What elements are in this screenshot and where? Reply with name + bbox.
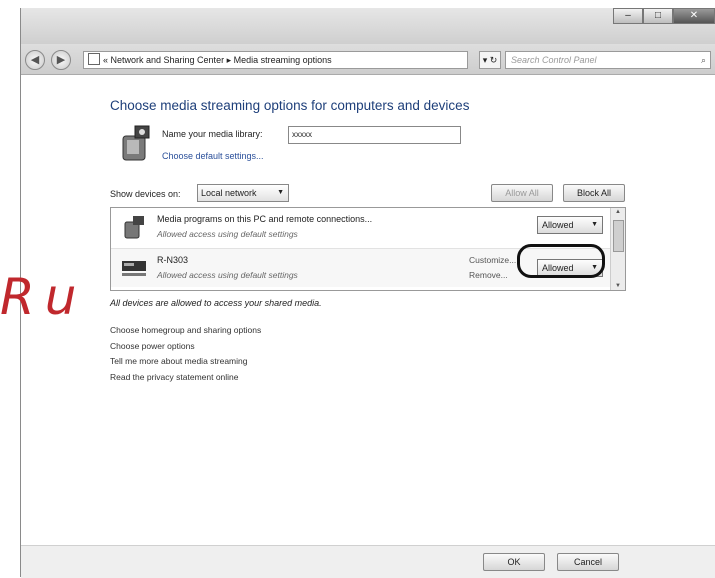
page-title: Choose media streaming options for compu… [110, 98, 470, 113]
scroll-down-icon[interactable]: ▼ [611, 283, 625, 289]
related-links: Choose homegroup and sharing options Cho… [110, 323, 261, 385]
all-devices-allowed-text: All devices are allowed to access your s… [110, 298, 322, 308]
title-bar: – □ ✕ [21, 8, 715, 44]
address-bar[interactable]: « Network and Sharing Center ▸ Media str… [83, 51, 468, 69]
minimize-icon[interactable]: – [613, 8, 643, 24]
forward-arrow-icon[interactable]: ▶ [51, 50, 71, 70]
control-panel-icon [88, 53, 100, 65]
allow-all-button[interactable]: Allow All [491, 184, 553, 202]
dialog-footer: OK Cancel [21, 545, 715, 578]
media-streaming-window: – □ ✕ ◀ ▶ « Network and Sharing Center ▸… [20, 8, 715, 578]
device-name: Media programs on this PC and remote con… [157, 214, 373, 224]
block-all-button[interactable]: Block All [563, 184, 625, 202]
customize-link[interactable]: Customize... [469, 255, 516, 265]
maximize-icon[interactable]: □ [643, 8, 673, 24]
device-permission-select[interactable]: Allowed ▼ [537, 216, 603, 234]
search-placeholder: Search Control Panel [511, 55, 597, 65]
chevron-down-icon: ▼ [591, 221, 598, 228]
ok-button[interactable]: OK [483, 553, 545, 571]
list-scrollbar[interactable]: ▲ ▼ [610, 208, 625, 290]
refresh-button[interactable]: ▾ ↻ [479, 51, 501, 69]
device-row[interactable]: Media programs on this PC and remote con… [111, 208, 612, 246]
back-arrow-icon[interactable]: ◀ [25, 50, 45, 70]
close-icon[interactable]: ✕ [673, 8, 715, 24]
device-subtitle: Allowed access using default settings [157, 270, 298, 280]
remove-link[interactable]: Remove... [469, 270, 508, 280]
search-icon[interactable]: ⌕ [701, 52, 706, 68]
search-input[interactable]: Search Control Panel ⌕ [505, 51, 711, 69]
device-name: R-N303 [157, 255, 189, 265]
scroll-up-icon[interactable]: ▲ [611, 209, 625, 215]
highlight-annotation [517, 244, 605, 278]
media-streaming-info-link[interactable]: Tell me more about media streaming [110, 354, 261, 370]
library-name-input[interactable]: xxxxx [288, 126, 461, 144]
language-overlay-label: Ru [0, 268, 87, 326]
media-programs-icon [124, 216, 144, 239]
device-permission-value: Allowed [542, 220, 574, 230]
privacy-statement-link[interactable]: Read the privacy statement online [110, 370, 261, 386]
show-devices-dropdown[interactable]: Local network ▼ [197, 184, 289, 202]
cancel-button[interactable]: Cancel [557, 553, 619, 571]
library-name-label: Name your media library: [162, 129, 263, 139]
choose-default-settings-link[interactable]: Choose default settings... [162, 151, 264, 161]
caption-buttons: – □ ✕ [613, 8, 715, 24]
device-subtitle: Allowed access using default settings [157, 229, 298, 239]
navigation-bar: ◀ ▶ « Network and Sharing Center ▸ Media… [21, 44, 715, 75]
network-receiver-icon [122, 261, 146, 276]
chevron-down-icon: ▼ [277, 189, 284, 196]
scroll-thumb[interactable] [613, 220, 624, 252]
media-library-icon [122, 125, 150, 161]
homegroup-link[interactable]: Choose homegroup and sharing options [110, 323, 261, 339]
breadcrumb: « Network and Sharing Center ▸ Media str… [103, 55, 332, 65]
show-devices-value: Local network [201, 188, 257, 198]
main-content: Choose media streaming options for compu… [21, 75, 715, 545]
power-options-link[interactable]: Choose power options [110, 339, 261, 355]
show-devices-label: Show devices on: [110, 189, 181, 199]
